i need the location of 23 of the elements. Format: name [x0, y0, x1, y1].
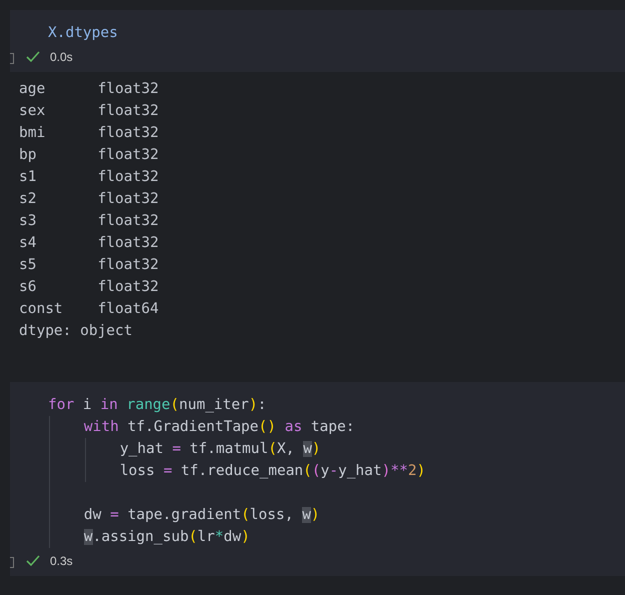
execution-time: 0.0s — [50, 50, 73, 64]
output-line: s6 float32 — [19, 278, 160, 297]
code-line: dw = tape.gradient(loss, w) — [84, 506, 321, 525]
code-line: w.assign_sub(lr*dw) — [84, 528, 251, 547]
output-line: age float32 — [19, 80, 160, 99]
execution-time: 0.3s — [50, 554, 73, 568]
cell-bracket-icon[interactable] — [10, 53, 14, 64]
output-line: s3 float32 — [19, 212, 160, 231]
output-line: bp float32 — [19, 146, 160, 165]
cell-bracket-icon[interactable] — [10, 557, 14, 568]
output-line: const float64 — [19, 300, 160, 319]
output-line: s2 float32 — [19, 190, 160, 209]
output-line: s4 float32 — [19, 234, 160, 253]
code-line: X.dtypes — [48, 24, 119, 43]
code-line: with tf.GradientTape() as tape: — [84, 418, 356, 437]
output-line: s5 float32 — [19, 256, 160, 275]
code-line: y_hat = tf.matmul(X, w) — [120, 440, 322, 459]
output-line: dtype: object — [19, 322, 134, 341]
output-line: s1 float32 — [19, 168, 160, 187]
code-line: for i in range(num_iter): — [48, 396, 268, 415]
output-line: sex float32 — [19, 102, 160, 121]
output-line: bmi float32 — [19, 124, 160, 143]
code-line: loss = tf.reduce_mean((y-y_hat)**2) — [120, 462, 426, 481]
